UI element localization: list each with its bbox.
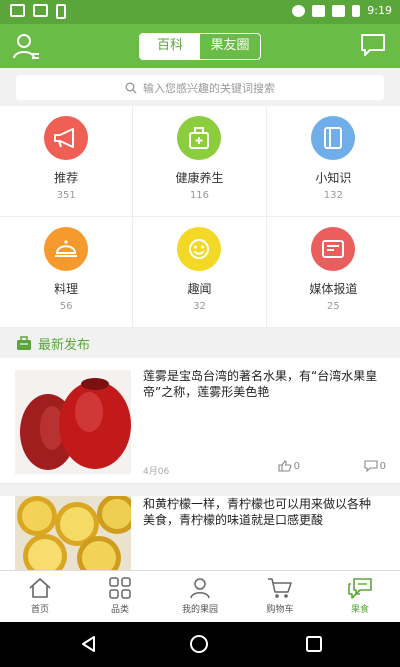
tab-label: 购物车 <box>266 605 294 615</box>
recent-apps-icon[interactable] <box>306 636 322 652</box>
category-knowledge[interactable]: 小知识 132 <box>266 106 400 217</box>
tab-fruit-friends[interactable]: 果友圈 <box>200 34 260 59</box>
tab-label: 果食 <box>350 605 369 615</box>
tab-label: 我的果园 <box>181 605 218 615</box>
category-media[interactable]: 媒体报道 25 <box>266 217 400 328</box>
like-count[interactable]: 0 <box>278 460 300 472</box>
article-thumbnail <box>15 370 131 474</box>
category-name: 健康养生 <box>175 171 224 185</box>
user-icon[interactable] <box>12 32 40 60</box>
comment-count[interactable]: 0 <box>364 460 386 472</box>
signal-icon <box>332 4 346 17</box>
home-button-icon[interactable] <box>189 634 209 654</box>
category-count: 32 <box>193 301 206 312</box>
tab-encyclopedia[interactable]: 百科 <box>140 34 200 59</box>
article-title: 和黄柠檬一样，青柠檬也可以用来做以各种美食，青柠檬的味道就是口感更酸 <box>143 497 372 527</box>
search-input[interactable]: 输入您感兴趣的关键词搜索 <box>16 75 384 100</box>
bottom-tab-bar: 首页 品类 我的果园 购物车 果食 <box>0 570 400 622</box>
status-bar: 9:19 <box>0 0 400 24</box>
book-icon <box>311 116 356 160</box>
smile-icon <box>177 227 222 271</box>
search-placeholder: 输入您感兴趣的关键词搜索 <box>143 81 275 95</box>
category-name: 趣闻 <box>187 282 212 296</box>
medical-bag-icon <box>177 116 222 160</box>
category-count: 351 <box>56 190 76 201</box>
category-count: 132 <box>323 190 343 201</box>
article-thumbnail <box>15 496 131 570</box>
category-count: 25 <box>326 301 340 312</box>
category-anecdotes[interactable]: 趣闻 32 <box>133 217 267 328</box>
comment-number: 0 <box>379 460 386 472</box>
category-count: 116 <box>189 190 210 201</box>
category-name: 媒体报道 <box>309 282 358 296</box>
clock: 9:19 <box>367 4 392 17</box>
briefcase-icon <box>17 335 31 350</box>
phone-notification-icon <box>56 4 66 19</box>
alarm-icon <box>292 4 306 17</box>
category-name: 料理 <box>54 282 79 296</box>
wifi-icon <box>312 4 326 17</box>
cloche-icon <box>44 227 89 271</box>
article-item[interactable]: 和黄柠檬一样，青柠檬也可以用来做以各种美食，青柠檬的味道就是口感更酸 <box>0 496 400 570</box>
article-divider <box>0 484 400 496</box>
search-area: 输入您感兴趣的关键词搜索 <box>0 68 400 106</box>
message-icon[interactable] <box>360 33 386 57</box>
category-grid: 推荐 351 健康养生 116 小知识 132 料理 56 趣闻 32 媒体报道 <box>0 106 400 328</box>
megaphone-icon <box>44 116 89 160</box>
battery-icon <box>352 4 361 17</box>
app-header: 百科 果友圈 <box>0 24 400 68</box>
category-count: 56 <box>59 301 73 312</box>
segment-control: 百科 果友圈 <box>139 33 261 60</box>
newspaper-icon <box>311 227 356 271</box>
like-number: 0 <box>293 460 300 472</box>
latest-section-header: 最新发布 <box>0 328 400 358</box>
system-nav-bar <box>0 622 400 667</box>
category-cooking[interactable]: 料理 56 <box>0 217 134 328</box>
tab-home[interactable]: 首页 <box>0 571 80 622</box>
section-title: 最新发布 <box>38 337 91 353</box>
article-title: 莲雾是宝岛台湾的著名水果，有“台湾水果皇帝”之称，莲雾形美色艳 <box>143 369 378 399</box>
back-icon[interactable] <box>80 635 98 653</box>
person-icon <box>190 578 210 599</box>
tab-fruit-food[interactable]: 果食 <box>320 571 400 622</box>
category-name: 推荐 <box>54 171 79 185</box>
article-date: 4月06 <box>143 467 170 477</box>
category-recommend[interactable]: 推荐 351 <box>0 106 134 217</box>
home-icon <box>29 578 51 598</box>
tab-label: 品类 <box>110 605 129 615</box>
chat-icon <box>348 578 372 599</box>
category-health[interactable]: 健康养生 116 <box>133 106 267 217</box>
search-icon <box>125 82 137 93</box>
grid-icon <box>109 577 131 599</box>
tab-label: 首页 <box>30 605 49 615</box>
tab-my-orchard[interactable]: 我的果园 <box>160 571 240 622</box>
comment-icon <box>364 460 378 472</box>
photo-notification-icon <box>10 4 25 17</box>
article-item[interactable]: 莲雾是宝岛台湾的著名水果，有“台湾水果皇帝”之称，莲雾形美色艳 4月06 0 0 <box>0 358 400 484</box>
image-notification-icon <box>33 4 48 17</box>
cart-icon <box>268 578 292 598</box>
tab-cart[interactable]: 购物车 <box>240 571 320 622</box>
category-name: 小知识 <box>315 171 352 185</box>
tab-categories[interactable]: 品类 <box>80 571 160 622</box>
thumbs-up-icon <box>278 460 292 472</box>
